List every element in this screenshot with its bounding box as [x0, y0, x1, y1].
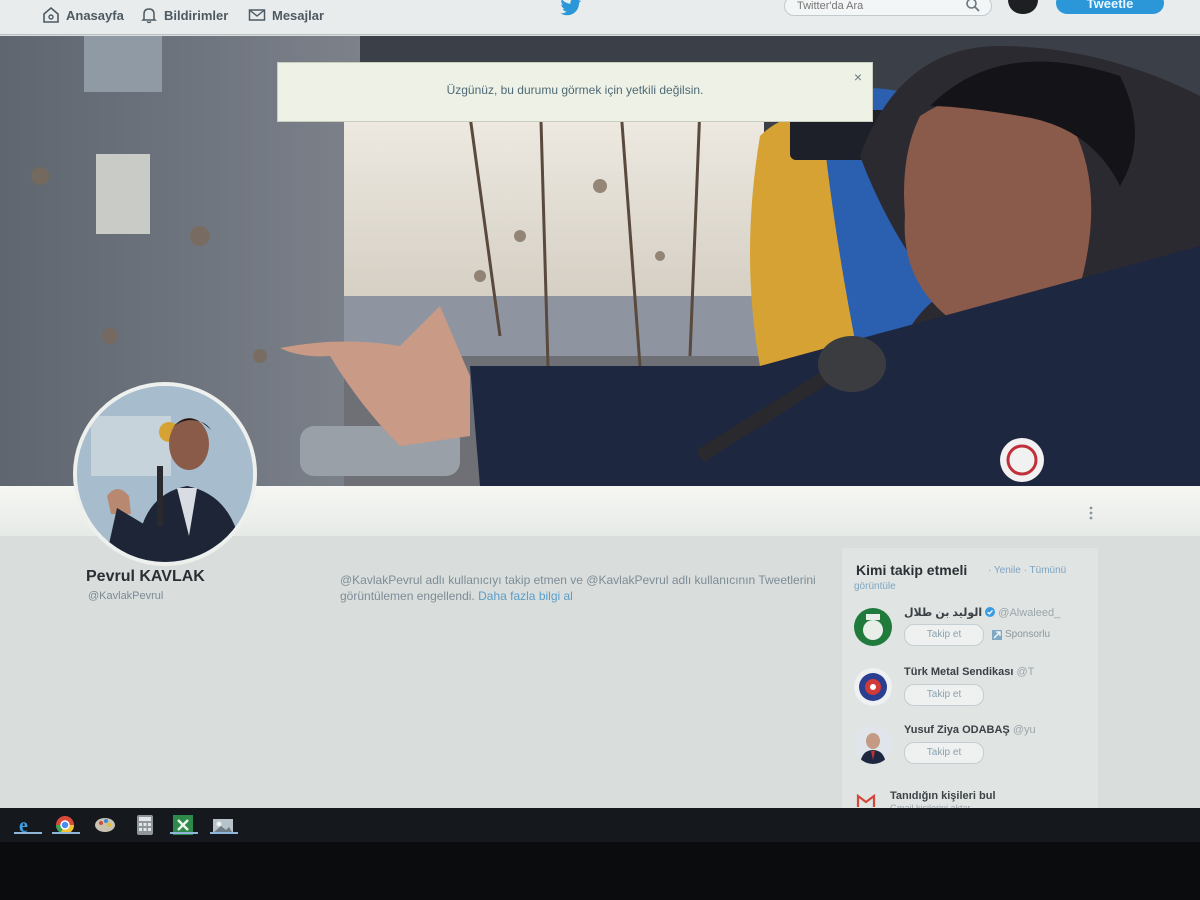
envelope-icon — [248, 9, 266, 21]
nav-home-label: Anasayfa — [66, 7, 124, 23]
profile-handle[interactable]: @KavlakPevrul — [88, 590, 163, 602]
tweet-button[interactable]: Tweetle — [1056, 0, 1164, 14]
follow-button[interactable]: Takip et — [904, 684, 984, 706]
find-people-title: Tanıdığın kişileri bul — [890, 790, 996, 802]
nav-messages[interactable]: Mesajlar — [248, 3, 324, 27]
suggestion-name[interactable]: الوليد بن طلال @Alwaleed_ — [904, 606, 1060, 619]
promoted-icon — [992, 629, 1002, 640]
blocked-text: @KavlakPevrul adlı kullanıcıyı takip etm… — [340, 573, 816, 603]
suggestion-item: Yusuf Ziya ODABAŞ @yu Takip et — [854, 724, 1090, 770]
nav-home[interactable]: Anasayfa — [42, 3, 124, 27]
suggestion-item: الوليد بن طلال @Alwaleed_ Takip et Spons… — [854, 606, 1090, 652]
who-to-follow-links: · Yenile · Tümünü — [988, 565, 1066, 576]
who-to-follow-title: Kimi takip etmeli — [856, 562, 968, 578]
promoted-text: Sponsorlu — [1005, 629, 1051, 640]
monitor-bezel — [0, 842, 1200, 900]
more-options-icon[interactable] — [1088, 506, 1094, 520]
nav-messages-label: Mesajlar — [272, 7, 325, 23]
suggestion-item: Türk Metal Sendikası @T Takip et — [854, 666, 1090, 712]
suggestion-avatar[interactable] — [854, 608, 892, 646]
suggestion-avatar[interactable] — [854, 726, 892, 764]
ie-taskbar-button[interactable]: e — [14, 814, 42, 836]
search-input[interactable] — [784, 0, 992, 16]
learn-more-link[interactable]: Daha fazla bilgi al — [478, 589, 573, 603]
follow-button[interactable]: Takip et — [904, 624, 984, 646]
calculator-taskbar-button[interactable] — [132, 814, 158, 836]
refresh-link[interactable]: · Yenile · — [988, 565, 1027, 576]
profile-avatar[interactable] — [73, 382, 257, 566]
excel-taskbar-button[interactable] — [170, 814, 198, 836]
suggestion-handle: @T — [1016, 666, 1035, 678]
paint-taskbar-button[interactable] — [92, 814, 118, 836]
bell-icon — [141, 8, 157, 24]
close-icon[interactable]: × — [854, 69, 862, 85]
suggestion-name[interactable]: Türk Metal Sendikası @T — [904, 666, 1034, 678]
suggestion-avatar[interactable] — [854, 668, 892, 706]
verified-icon — [985, 607, 996, 617]
suggestion-handle: @yu — [1012, 724, 1036, 736]
suggestion-name-text: Türk Metal Sendikası — [904, 666, 1014, 678]
who-to-follow-panel: Kimi takip etmeli · Yenile · Tümünü görü… — [842, 548, 1098, 818]
gmail-icon — [856, 794, 876, 807]
suggestion-name-text: الوليد بن طلال — [904, 607, 983, 619]
blocked-notice: @KavlakPevrul adlı kullanıcıyı takip etm… — [340, 572, 830, 604]
chrome-taskbar-button[interactable] — [52, 814, 80, 836]
paint-icon — [95, 818, 115, 832]
twitter-bird-icon[interactable] — [560, 0, 582, 16]
account-avatar[interactable] — [1008, 0, 1038, 14]
top-navigation: Anasayfa Bildirimler Mesajlar Tweetle — [0, 0, 1200, 35]
view-all-link-2[interactable]: görüntüle — [854, 581, 896, 592]
suggestion-name-text: Yusuf Ziya ODABAŞ — [904, 724, 1010, 736]
browser-viewport: Anasayfa Bildirimler Mesajlar Tweetle — [0, 0, 1200, 818]
taskbar: e — [0, 808, 1200, 842]
suggestion-name[interactable]: Yusuf Ziya ODABAŞ @yu — [904, 724, 1036, 736]
calculator-icon — [137, 815, 153, 835]
nav-notifications-label: Bildirimler — [164, 7, 229, 23]
profile-photo — [77, 386, 253, 562]
suggestion-handle: @Alwaleed_ — [998, 607, 1061, 619]
search-icon[interactable] — [965, 0, 981, 13]
error-toast: Üzgünüz, bu durumu görmek için yetkili d… — [277, 62, 873, 122]
home-icon — [43, 6, 59, 23]
pictures-taskbar-button[interactable] — [210, 814, 238, 836]
toast-message: Üzgünüz, bu durumu görmek için yetkili d… — [446, 83, 704, 97]
view-all-link[interactable]: Tümünü — [1030, 565, 1067, 576]
promoted-label: Sponsorlu — [992, 629, 1050, 640]
follow-button[interactable]: Takip et — [904, 742, 984, 764]
profile-name: Pevrul KAVLAK — [86, 568, 205, 585]
nav-notifications[interactable]: Bildirimler — [140, 3, 228, 27]
